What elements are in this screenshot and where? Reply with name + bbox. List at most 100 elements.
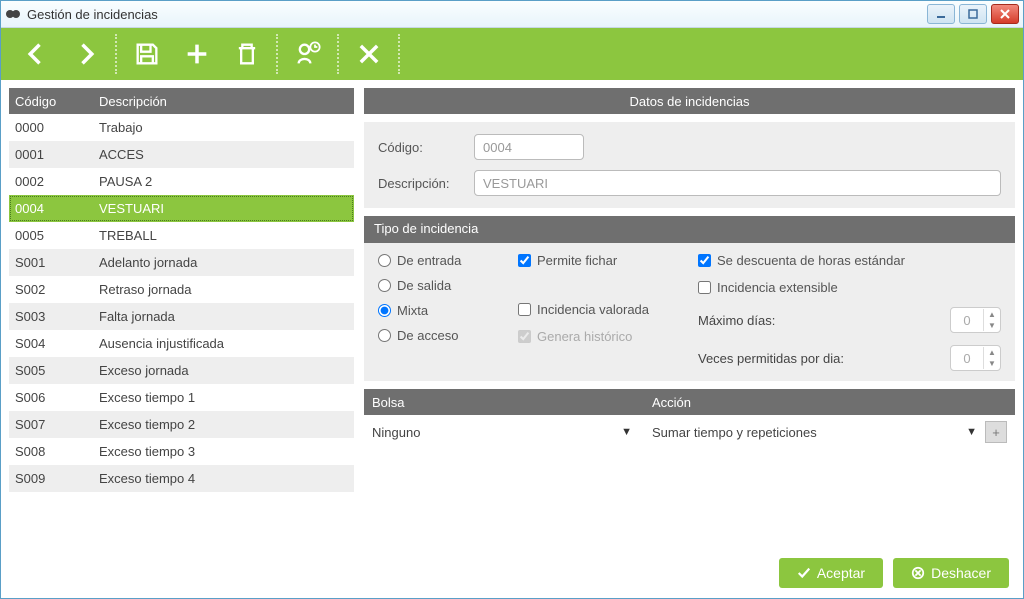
cell-code: S005 [9,363,93,378]
cell-code: S004 [9,336,93,351]
cell-desc: Exceso jornada [93,363,354,378]
cell-desc: Ausencia injustificada [93,336,354,351]
footer: Aceptar Deshacer [779,558,1009,588]
cell-desc: Exceso tiempo 1 [93,390,354,405]
chk-extensible[interactable]: Incidencia extensible [698,280,1001,295]
col-accion: Acción [652,395,1015,410]
bolsa-row: Ninguno ▼ Sumar tiempo y repeticiones ▼ … [364,415,1015,503]
col-header-desc[interactable]: Descripción [93,94,354,109]
table-row[interactable]: S006Exceso tiempo 1 [9,384,354,411]
input-desc[interactable] [474,170,1001,196]
table-row[interactable]: 0002PAUSA 2 [9,168,354,195]
detail-panel: Datos de incidencias Código: Descripción… [364,88,1015,591]
chk-incidencia-valorada[interactable]: Incidencia valorada [518,302,698,317]
radio-salida[interactable]: De salida [378,278,518,293]
chevron-down-icon[interactable]: ▼ [966,426,977,438]
cell-desc: TREBALL [93,228,354,243]
app-icon [5,6,21,22]
chk-permite-fichar[interactable]: Permite fichar [518,253,698,268]
cell-code: 0001 [9,147,93,162]
bolsa-section: Bolsa Acción Ninguno ▼ Sumar tiempo y re… [364,389,1015,503]
cell-desc: Exceso tiempo 4 [93,471,354,486]
label-veces: Veces permitidas por dia: [698,351,844,366]
up-arrow-icon[interactable]: ▲ [984,309,1000,320]
cancel-button[interactable] [344,28,394,80]
add-row-button[interactable]: + [985,421,1007,443]
table-row[interactable]: S001Adelanto jornada [9,249,354,276]
cell-desc: Falta jornada [93,309,354,324]
col-bolsa: Bolsa [364,395,652,410]
table-row[interactable]: S004Ausencia injustificada [9,330,354,357]
cell-desc: Adelanto jornada [93,255,354,270]
radio-mixta[interactable]: Mixta [378,303,518,318]
label-max-dias: Máximo días: [698,313,775,328]
table-row[interactable]: S007Exceso tiempo 2 [9,411,354,438]
tipo-section: Tipo de incidencia De entrada De salida … [364,216,1015,381]
list-body[interactable]: 0000Trabajo0001ACCES0002PAUSA 20004VESTU… [9,114,354,591]
chk-se-descuenta[interactable]: Se descuenta de horas estándar [698,253,1001,268]
cell-desc: Retraso jornada [93,282,354,297]
body: Código Descripción 0000Trabajo0001ACCES0… [1,80,1023,599]
table-row[interactable]: S008Exceso tiempo 3 [9,438,354,465]
tipo-radios: De entrada De salida Mixta De acceso [378,253,518,371]
cell-desc: PAUSA 2 [93,174,354,189]
accept-button[interactable]: Aceptar [779,558,883,588]
list-panel: Código Descripción 0000Trabajo0001ACCES0… [9,88,354,591]
bolsa-header: Bolsa Acción [364,389,1015,415]
window-title: Gestión de incidencias [27,7,927,22]
chk-genera-historico: Genera histórico [518,329,698,344]
close-button[interactable] [991,4,1019,24]
down-arrow-icon[interactable]: ▼ [984,320,1000,331]
window: Gestión de incidencias Código Descripció… [0,0,1024,599]
table-row[interactable]: S003Falta jornada [9,303,354,330]
radio-entrada[interactable]: De entrada [378,253,518,268]
cell-code: S009 [9,471,93,486]
detail-title: Datos de incidencias [364,88,1015,114]
cell-code: 0005 [9,228,93,243]
delete-button[interactable] [222,28,272,80]
table-row[interactable]: 0004VESTUARI [9,195,354,222]
spinner-max-dias[interactable]: ▲▼ [950,307,1001,333]
undo-button[interactable]: Deshacer [893,558,1009,588]
cell-code: S001 [9,255,93,270]
spinner-veces[interactable]: ▲▼ [950,345,1001,371]
table-row[interactable]: S002Retraso jornada [9,276,354,303]
maximize-button[interactable] [959,4,987,24]
bolsa-value[interactable]: Ninguno [372,425,420,440]
toolbar [1,28,1023,80]
table-row[interactable]: S009Exceso tiempo 4 [9,465,354,492]
cell-code: 0004 [9,201,93,216]
history-button[interactable] [283,28,333,80]
cell-code: S003 [9,309,93,324]
cell-desc: Exceso tiempo 3 [93,444,354,459]
table-row[interactable]: S005Exceso jornada [9,357,354,384]
add-button[interactable] [172,28,222,80]
input-code[interactable] [474,134,584,160]
radio-acceso[interactable]: De acceso [378,328,518,343]
chevron-down-icon[interactable]: ▼ [621,426,632,438]
save-button[interactable] [122,28,172,80]
cell-code: S007 [9,417,93,432]
table-row[interactable]: 0005TREBALL [9,222,354,249]
minimize-button[interactable] [927,4,955,24]
cell-code: 0000 [9,120,93,135]
accion-value[interactable]: Sumar tiempo y repeticiones [652,425,817,440]
down-arrow-icon[interactable]: ▼ [984,358,1000,369]
cell-code: S006 [9,390,93,405]
tipo-title: Tipo de incidencia [364,216,494,243]
table-row[interactable]: 0001ACCES [9,141,354,168]
table-row[interactable]: 0000Trabajo [9,114,354,141]
up-arrow-icon[interactable]: ▲ [984,347,1000,358]
cell-code: S002 [9,282,93,297]
window-buttons [927,4,1019,24]
titlebar: Gestión de incidencias [1,1,1023,28]
col-header-code[interactable]: Código [9,94,93,109]
cell-code: S008 [9,444,93,459]
cell-desc: ACCES [93,147,354,162]
label-code: Código: [378,140,464,155]
prev-button[interactable] [11,28,61,80]
cell-desc: Exceso tiempo 2 [93,417,354,432]
next-button[interactable] [61,28,111,80]
cell-desc: Trabajo [93,120,354,135]
list-header: Código Descripción [9,88,354,114]
